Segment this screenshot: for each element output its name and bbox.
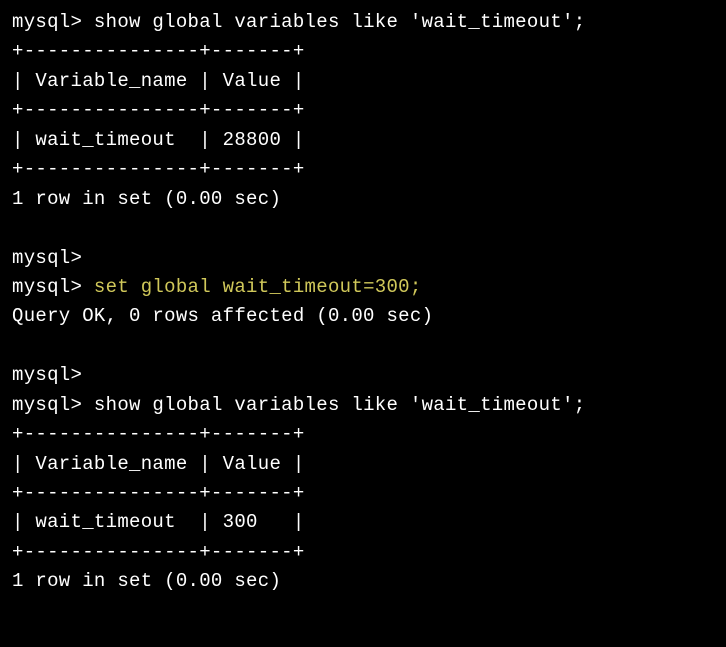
table-border: +---------------+-------+: [12, 538, 714, 567]
command-line: mysql> show global variables like 'wait_…: [12, 391, 714, 420]
prompt-line: mysql>: [12, 244, 714, 273]
mysql-prompt: mysql>: [12, 276, 82, 298]
table-border: +---------------+-------+: [12, 155, 714, 184]
sql-command: show global variables like 'wait_timeout…: [82, 11, 585, 33]
table-border: +---------------+-------+: [12, 37, 714, 66]
mysql-prompt: mysql>: [12, 394, 82, 416]
prompt-line: mysql>: [12, 361, 714, 390]
table-header: | Variable_name | Value |: [12, 450, 714, 479]
sql-command: set global wait_timeout=300;: [82, 276, 421, 298]
command-line: mysql> show global variables like 'wait_…: [12, 8, 714, 37]
mysql-prompt: mysql>: [12, 11, 82, 33]
blank-line: [12, 214, 714, 243]
table-border: +---------------+-------+: [12, 420, 714, 449]
table-border: +---------------+-------+: [12, 96, 714, 125]
command-line: mysql> set global wait_timeout=300;: [12, 273, 714, 302]
table-border: +---------------+-------+: [12, 479, 714, 508]
table-footer: 1 row in set (0.00 sec): [12, 185, 714, 214]
table-row: | wait_timeout | 28800 |: [12, 126, 714, 155]
blank-line: [12, 332, 714, 361]
table-header: | Variable_name | Value |: [12, 67, 714, 96]
result-line: Query OK, 0 rows affected (0.00 sec): [12, 302, 714, 331]
terminal-output: mysql> show global variables like 'wait_…: [12, 8, 714, 597]
table-footer: 1 row in set (0.00 sec): [12, 567, 714, 596]
table-row: | wait_timeout | 300 |: [12, 508, 714, 537]
mysql-prompt: mysql>: [12, 247, 82, 269]
sql-command: show global variables like 'wait_timeout…: [82, 394, 585, 416]
mysql-prompt: mysql>: [12, 364, 82, 386]
